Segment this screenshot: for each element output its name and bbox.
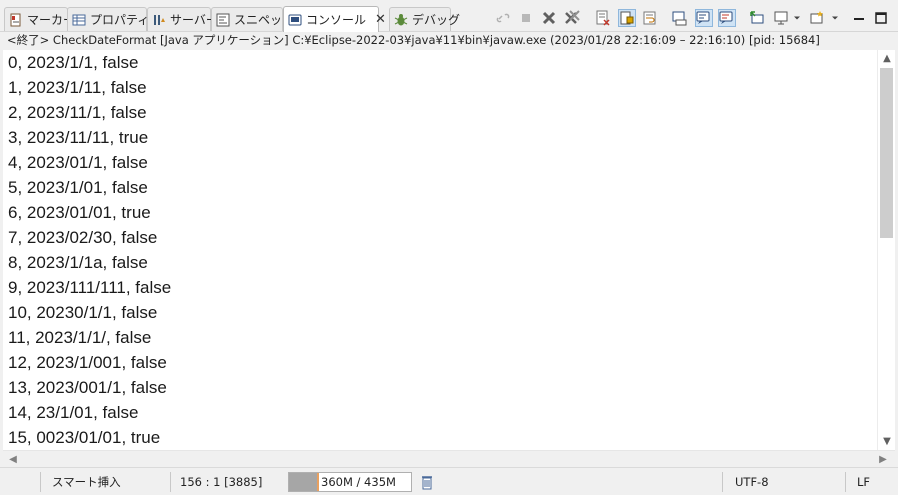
eclipse-console-view: マーカー プロパティー サーバー スニペット コンソール ✕ デバッグ <終了>…	[0, 0, 898, 495]
chevron-down-icon[interactable]	[791, 9, 803, 27]
line-delimiter[interactable]: LF	[857, 474, 870, 490]
markers-icon	[9, 13, 23, 27]
servers-icon	[152, 13, 166, 27]
debug-icon	[394, 13, 408, 27]
monitor-icon[interactable]	[772, 9, 790, 27]
display-console-icon[interactable]	[748, 9, 766, 27]
heap-status[interactable]: 360M / 435M	[288, 472, 412, 492]
console-line: 1, 2023/1/11, false	[8, 78, 147, 97]
console-line: 5, 2023/1/01, false	[8, 178, 148, 197]
heap-usage-bar	[289, 473, 317, 491]
scroll-lock-icon[interactable]	[618, 9, 636, 27]
scroll-up-icon[interactable]: ▲	[878, 50, 896, 66]
link-icon[interactable]	[494, 9, 512, 27]
scrollbar-thumb[interactable]	[880, 68, 893, 238]
console-line: 4, 2023/01/1, false	[8, 153, 148, 172]
file-encoding[interactable]: UTF-8	[735, 474, 769, 490]
snippets-icon	[216, 13, 230, 27]
status-separator	[170, 472, 171, 492]
tab-console[interactable]: コンソール ✕	[283, 6, 386, 32]
console-line: 15, 0023/01/01, true	[8, 428, 161, 447]
console-line: 7, 2023/02/30, false	[8, 228, 158, 247]
console-icon	[288, 13, 302, 27]
console-line: 14, 23/1/01, false	[8, 403, 139, 422]
new-console-icon[interactable]	[808, 9, 826, 27]
vertical-scrollbar[interactable]: ▲ ▼	[877, 50, 895, 450]
minimize-icon[interactable]	[850, 9, 868, 27]
tab-servers[interactable]: サーバー	[147, 7, 218, 31]
tab-properties[interactable]: プロパティー	[67, 7, 161, 31]
chevron-down-icon[interactable]	[829, 9, 841, 27]
maximize-icon[interactable]	[872, 9, 890, 27]
status-separator	[845, 472, 846, 492]
console-output[interactable]: 0, 2023/1/1, false 1, 2023/1/11, false 2…	[3, 50, 877, 450]
stop-icon[interactable]	[517, 9, 535, 27]
console-line: 10, 20230/1/1, false	[8, 303, 158, 322]
tab-label: コンソール	[306, 13, 367, 27]
properties-icon	[72, 13, 86, 27]
close-icon[interactable]: ✕	[375, 12, 386, 27]
view-tab-bar: マーカー プロパティー サーバー スニペット コンソール ✕ デバッグ	[0, 0, 898, 32]
tab-snippets[interactable]: スニペット	[211, 7, 294, 31]
console-line: 0, 2023/1/1, false	[8, 53, 139, 72]
insert-mode[interactable]: スマート挿入	[52, 474, 121, 490]
clear-console-icon[interactable]	[594, 9, 612, 27]
console-process-label: <終了> CheckDateFormat [Java アプリケーション] C:¥…	[0, 32, 898, 50]
tab-debug[interactable]: デバッグ	[389, 7, 460, 31]
trash-icon[interactable]	[418, 473, 436, 491]
scroll-right-icon[interactable]: ▶	[875, 451, 891, 467]
pin-console-icon[interactable]	[718, 9, 736, 27]
status-separator	[40, 472, 41, 492]
status-separator	[722, 472, 723, 492]
scroll-down-icon[interactable]: ▼	[878, 433, 896, 449]
horizontal-scrollbar[interactable]: ◀ ▶	[3, 450, 895, 467]
console-line: 12, 2023/1/001, false	[8, 353, 167, 372]
console-line: 6, 2023/01/01, true	[8, 203, 151, 222]
scroll-left-icon[interactable]: ◀	[5, 451, 21, 467]
console-line: 2, 2023/11/1, false	[8, 103, 147, 122]
console-line: 8, 2023/1/1a, false	[8, 253, 148, 272]
show-on-stderr-icon[interactable]	[695, 9, 713, 27]
heap-text: 360M / 435M	[321, 475, 396, 489]
console-line: 3, 2023/11/11, true	[8, 128, 149, 147]
heap-mark	[317, 473, 319, 491]
status-bar: スマート挿入 156 : 1 [3885] 360M / 435M UTF-8 …	[0, 467, 898, 495]
tab-markers[interactable]: マーカー	[4, 7, 75, 31]
console-line: 9, 2023/111/111, false	[8, 278, 172, 297]
show-on-stdout-icon[interactable]	[671, 9, 689, 27]
cursor-position[interactable]: 156 : 1 [3885]	[180, 474, 262, 490]
console-line: 13, 2023/001/1, false	[8, 378, 167, 397]
remove-launch-icon[interactable]	[540, 9, 558, 27]
console-line: 11, 2023/1/1/, false	[8, 328, 152, 347]
remove-all-icon[interactable]	[563, 9, 581, 27]
tab-label: デバッグ	[412, 13, 461, 27]
word-wrap-icon[interactable]	[641, 9, 659, 27]
